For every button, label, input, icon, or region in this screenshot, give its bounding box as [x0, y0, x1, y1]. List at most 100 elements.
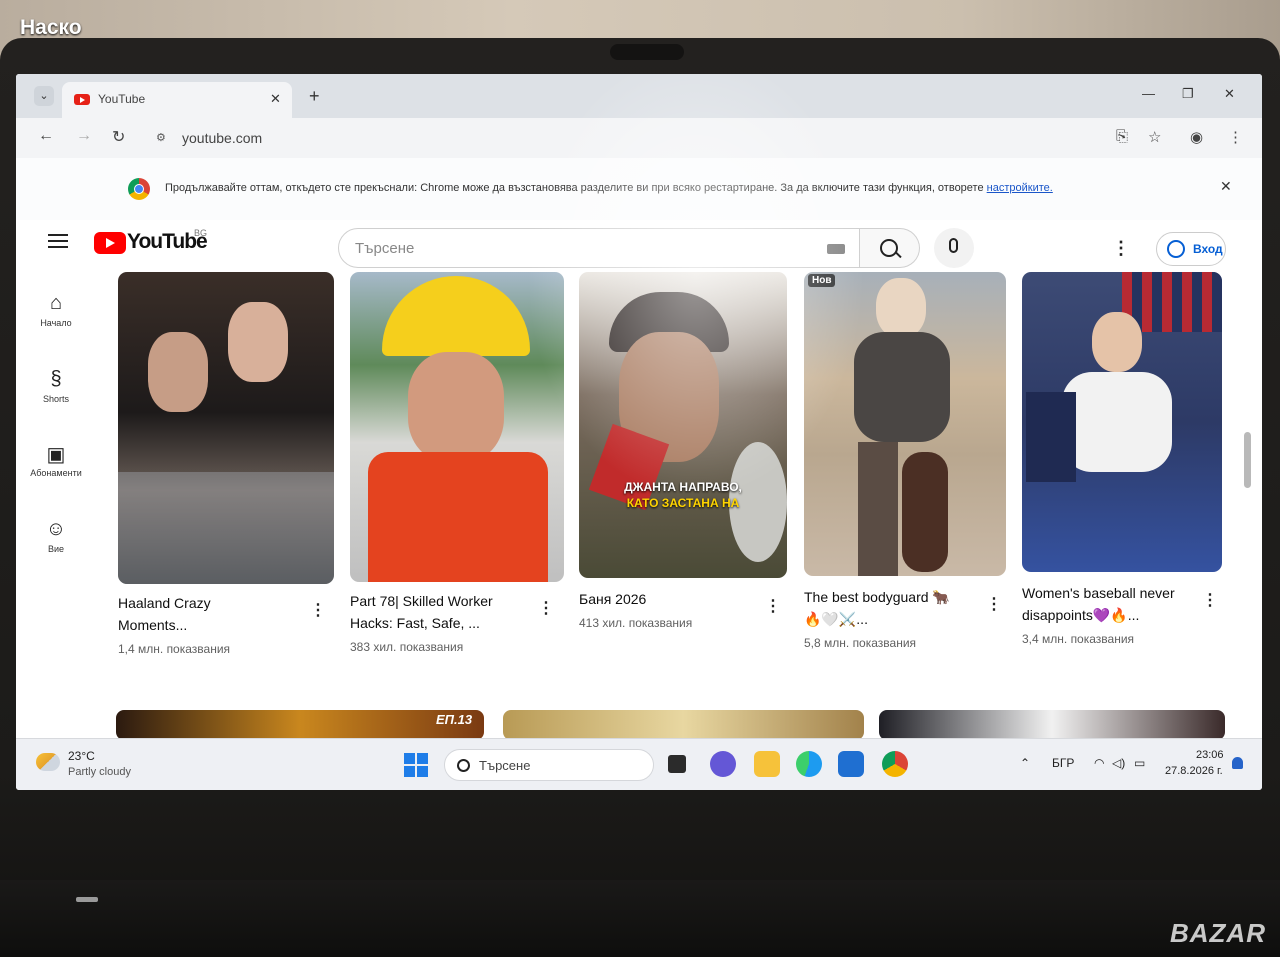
sidebar-item-home[interactable]: ⌂ Начало: [24, 292, 88, 328]
restore-icon[interactable]: ❐: [1182, 86, 1194, 102]
video-thumbnail[interactable]: ЕП.13: [116, 710, 484, 740]
voice-search-button[interactable]: [934, 228, 974, 268]
tab-close-icon[interactable]: ✕: [270, 91, 281, 107]
forward-icon[interactable]: →: [76, 127, 92, 145]
you-icon: ☺: [45, 518, 67, 540]
weather-icon[interactable]: [36, 753, 60, 771]
video-thumbnail[interactable]: Нов: [804, 272, 1006, 576]
video-title[interactable]: Hacks: Fast, Safe, ...: [350, 612, 480, 634]
video-more-icon[interactable]: ⋮: [765, 596, 781, 616]
tab-youtube[interactable]: YouTube ✕: [62, 82, 292, 118]
video-title[interactable]: Part 78| Skilled Worker: [350, 590, 493, 612]
video-more-icon[interactable]: ⋮: [1202, 590, 1218, 610]
weather-temperature[interactable]: 23°C: [68, 749, 95, 763]
video-thumbnail[interactable]: ДЖАНТА НАПРАВО, КАТО ЗАСТАНА НА: [579, 272, 787, 578]
video-title[interactable]: 🔥🤍⚔️...: [804, 608, 868, 630]
keyboard-icon[interactable]: [827, 244, 845, 254]
scrollbar-thumb[interactable]: [1244, 432, 1251, 488]
microphone-icon: [949, 238, 958, 253]
search-placeholder: Търсене: [355, 240, 415, 257]
sidebar-item-you[interactable]: ☺ Вие: [24, 518, 88, 554]
laptop-screen: ⌄ YouTube ✕ + — ❐ ✕ ← → ↻ ⚙ youtube.com …: [16, 74, 1262, 790]
bookmark-star-icon[interactable]: ☆: [1148, 128, 1161, 146]
video-title[interactable]: The best bodyguard 🐂: [804, 586, 950, 608]
infobar-message: Продължавайте оттам, откъдето сте прекъс…: [165, 182, 1053, 194]
video-title[interactable]: Haaland Crazy: [118, 592, 211, 614]
sidebar-label: Вие: [47, 544, 65, 554]
site-info-icon[interactable]: ⚙: [156, 131, 166, 144]
laptop-keyboard: [0, 880, 1280, 957]
profile-icon[interactable]: ◉: [1190, 128, 1203, 146]
new-tab-button[interactable]: +: [309, 86, 320, 107]
infobar-settings-link[interactable]: настройките.: [987, 182, 1053, 194]
close-window-icon[interactable]: ✕: [1224, 86, 1235, 102]
video-more-icon[interactable]: ⋮: [310, 600, 326, 620]
search-icon: [457, 759, 470, 772]
infobar-close-icon[interactable]: ✕: [1220, 178, 1232, 195]
chrome-menu-icon[interactable]: ⋮: [1228, 128, 1243, 146]
video-card[interactable]: Part 78| Skilled Worker Hacks: Fast, Saf…: [350, 272, 570, 672]
sidebar-item-subscriptions[interactable]: ▣ Абонаменти: [24, 442, 88, 478]
country-code: BG: [194, 228, 208, 238]
video-more-icon[interactable]: ⋮: [986, 594, 1002, 614]
volume-icon[interactable]: ◁): [1112, 756, 1125, 770]
search-icon: [880, 239, 898, 257]
windows-taskbar: 23°C Partly cloudy Търсене ⌃ БГР ◠ ◁) ▭ …: [16, 738, 1262, 790]
video-thumbnail[interactable]: [879, 710, 1225, 740]
video-card[interactable]: ДЖАНТА НАПРАВО, КАТО ЗАСТАНА НА Баня 202…: [579, 272, 799, 672]
weather-description[interactable]: Partly cloudy: [68, 766, 131, 778]
address-bar[interactable]: ⚙ youtube.com: [146, 124, 1146, 152]
file-explorer-icon[interactable]: [754, 751, 780, 777]
video-card[interactable]: Haaland Crazy Moments... 1,4 млн. показв…: [118, 272, 338, 672]
edge-icon[interactable]: [796, 751, 822, 777]
tab-strip: ⌄ YouTube ✕ + — ❐ ✕: [16, 74, 1262, 118]
reload-icon[interactable]: ↻: [112, 127, 125, 147]
account-icon: [1167, 240, 1185, 258]
task-view-icon[interactable]: [668, 755, 686, 773]
video-thumbnail[interactable]: [1022, 272, 1222, 572]
sign-in-label: Вход: [1193, 242, 1223, 256]
tab-title: YouTube: [98, 92, 146, 106]
site-watermark: BAZAR: [1170, 918, 1266, 948]
notification-bell-icon[interactable]: [1232, 757, 1243, 769]
clock-time[interactable]: 23:06: [1196, 749, 1224, 761]
language-indicator[interactable]: БГР: [1052, 756, 1074, 770]
video-thumbnail[interactable]: [350, 272, 564, 582]
back-icon[interactable]: ←: [38, 127, 54, 145]
menu-icon[interactable]: [48, 234, 68, 248]
battery-icon[interactable]: ▭: [1134, 756, 1145, 770]
video-card[interactable]: Нов The best bodyguard 🐂 🔥🤍⚔️... 5,8 млн…: [804, 272, 1014, 672]
wifi-icon[interactable]: ◠: [1094, 756, 1104, 770]
user-watermark: Наско: [20, 16, 82, 39]
video-more-icon[interactable]: ⋮: [538, 598, 554, 618]
video-title[interactable]: Баня 2026: [579, 588, 646, 610]
search-button[interactable]: [860, 228, 920, 268]
taskbar-search[interactable]: Търсене: [444, 749, 654, 781]
clock-date[interactable]: 27.8.2026 г.: [1165, 765, 1223, 777]
chat-icon[interactable]: [710, 751, 736, 777]
chrome-taskbar-icon[interactable]: [882, 751, 908, 777]
infobar-text: Продължавайте оттам, откъдето сте прекъс…: [165, 182, 984, 194]
video-thumbnail[interactable]: [118, 272, 334, 584]
tray-chevron-icon[interactable]: ⌃: [1020, 756, 1030, 770]
install-app-icon[interactable]: ⎘: [1116, 128, 1128, 145]
search-input[interactable]: Търсене: [338, 228, 860, 268]
video-title[interactable]: disappoints💜🔥...: [1022, 604, 1139, 626]
tab-search-button[interactable]: ⌄: [34, 86, 54, 106]
new-badge: Нов: [808, 274, 836, 287]
store-icon[interactable]: [838, 751, 864, 777]
sidebar-item-shorts[interactable]: § Shorts: [24, 368, 88, 404]
youtube-logo-icon[interactable]: [94, 232, 126, 254]
video-thumbnail[interactable]: [503, 710, 864, 740]
episode-label: ЕП.13: [436, 712, 473, 727]
settings-menu-icon[interactable]: ⋮: [1112, 238, 1130, 259]
sign-in-button[interactable]: Вход: [1156, 232, 1226, 266]
video-title[interactable]: Women's baseball never: [1022, 582, 1175, 604]
video-title[interactable]: Moments...: [118, 614, 187, 636]
windows-start-icon[interactable]: [404, 753, 428, 777]
video-card[interactable]: Women's baseball never disappoints💜🔥... …: [1022, 272, 1232, 672]
minimize-icon[interactable]: —: [1142, 86, 1155, 101]
video-views: 1,4 млн. показвания: [118, 642, 231, 656]
laptop-indicator: [76, 897, 98, 902]
video-views: 383 хил. показвания: [350, 640, 464, 654]
